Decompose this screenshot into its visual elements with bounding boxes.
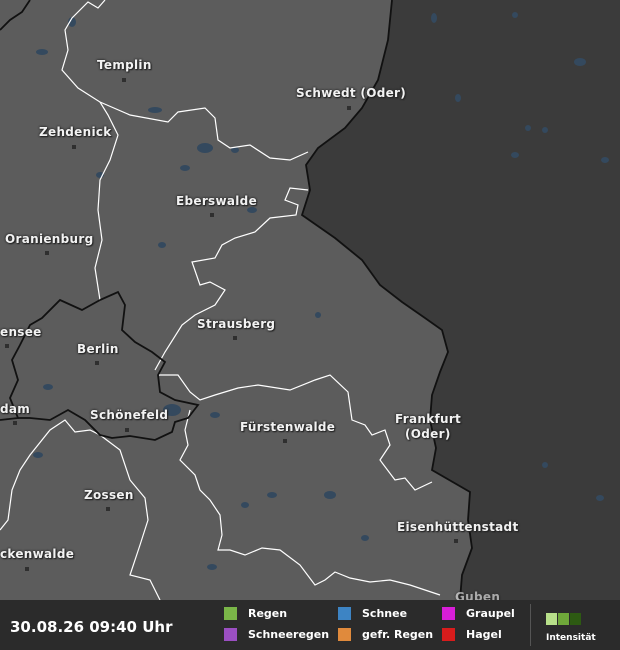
intensity-legend: Intensität bbox=[546, 610, 596, 643]
city-templin: Templin bbox=[97, 58, 152, 72]
city-dot-oranienburg bbox=[45, 251, 49, 255]
city-dot-berlin bbox=[95, 361, 99, 365]
legend-divider bbox=[530, 604, 531, 646]
legend-label-graupel: Graupel bbox=[466, 607, 515, 620]
legend-label-schnee: Schnee bbox=[362, 607, 408, 620]
legend-swatch-graupel bbox=[442, 607, 455, 620]
city-dot-zossen bbox=[106, 507, 110, 511]
legend-swatch-schneeregen bbox=[224, 628, 237, 641]
legend-item-gefr-regen: gefr. Regen bbox=[338, 628, 433, 641]
city-guben: Guben bbox=[455, 590, 501, 600]
city-dot-fuerstenwalde bbox=[283, 439, 287, 443]
city-dot-ensee bbox=[5, 344, 9, 348]
city-zossen: Zossen bbox=[84, 488, 134, 502]
legend-swatch-regen bbox=[224, 607, 237, 620]
intensity-swatch-low bbox=[546, 613, 557, 625]
city-schoenefeld: Schönefeld bbox=[90, 408, 169, 422]
city-schwedt: Schwedt (Oder) bbox=[296, 86, 407, 100]
intensity-swatch-mid bbox=[558, 613, 569, 625]
intensity-label: Intensität bbox=[546, 633, 596, 643]
city-dot-dam bbox=[13, 421, 17, 425]
legend-item-regen: Regen bbox=[224, 607, 287, 620]
city-dot-zehdenick bbox=[72, 145, 76, 149]
legend-item-hagel: Hagel bbox=[442, 628, 502, 641]
legend-item-schnee: Schnee bbox=[338, 607, 407, 620]
city-dot-strausberg bbox=[233, 336, 237, 340]
city-zehdenick: Zehdenick bbox=[39, 125, 112, 139]
city-oranienburg: Oranienburg bbox=[5, 232, 94, 246]
city-eberswalde: Eberswalde bbox=[176, 194, 258, 208]
legend-swatch-schnee bbox=[338, 607, 351, 620]
map-area[interactable]: Templin Schwedt (Oder) Zehdenick Eberswa… bbox=[0, 0, 620, 600]
city-fuerstenwalde: Fürstenwalde bbox=[240, 420, 336, 434]
city-dot-schoenefeld bbox=[125, 428, 129, 432]
legend-swatch-hagel bbox=[442, 628, 455, 641]
legend-label-regen: Regen bbox=[248, 607, 288, 620]
timestamp: 30.08.26 09:40 Uhr bbox=[10, 618, 173, 636]
legend-swatch-gefr-regen bbox=[338, 628, 351, 641]
legend-label-hagel: Hagel bbox=[466, 628, 502, 641]
legend-item-schneeregen: Schneeregen bbox=[224, 628, 329, 641]
legend-label-schneeregen: Schneeregen bbox=[248, 628, 330, 641]
city-dot-schwedt bbox=[347, 106, 351, 110]
legend-label-gefr-regen: gefr. Regen bbox=[362, 628, 434, 641]
city-frankfurt-oder-suffix: (Oder) bbox=[405, 427, 451, 441]
legend-item-graupel: Graupel bbox=[442, 607, 515, 620]
city-berlin: Berlin bbox=[77, 342, 119, 356]
city-dot-eberswalde bbox=[210, 213, 214, 217]
city-ensee: ensee bbox=[0, 325, 42, 339]
city-frankfurt: Frankfurt bbox=[395, 412, 462, 426]
city-strausberg: Strausberg bbox=[197, 317, 276, 331]
city-eisenhuettenstadt: Eisenhüttenstadt bbox=[397, 520, 519, 534]
intensity-swatch-high bbox=[570, 613, 581, 625]
legend-footer: 30.08.26 09:40 Uhr Regen Schneeregen Sch… bbox=[0, 600, 620, 650]
city-dot-ckenwalde bbox=[25, 567, 29, 571]
city-dot-templin bbox=[122, 78, 126, 82]
city-dot-eisenhuettenstadt bbox=[454, 539, 458, 543]
city-ckenwalde: ckenwalde bbox=[0, 547, 75, 561]
city-dam: dam bbox=[0, 402, 31, 416]
intensity-swatches bbox=[546, 610, 596, 629]
